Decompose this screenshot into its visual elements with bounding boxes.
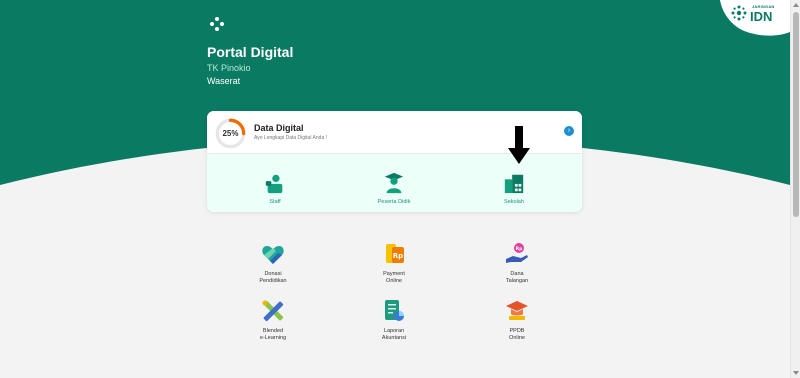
coin-hand-icon: Rp: [506, 243, 528, 263]
peserta-didik-button[interactable]: Peserta Didik: [349, 171, 439, 205]
sekolah-button[interactable]: Sekolah: [469, 171, 559, 205]
sekolah-label: Sekolah: [504, 199, 524, 205]
scroll-down-icon[interactable]: [793, 371, 799, 375]
blended-e-learning-label: Blended e-Learning: [259, 328, 287, 341]
laporan-akuntansi-button[interactable]: Laporan Akuntansi: [349, 299, 439, 342]
graduate-icon: [384, 172, 404, 194]
peserta-didik-label: Peserta Didik: [377, 199, 411, 205]
brand-big-text: IDN: [750, 9, 773, 24]
page-title: Portal Digital: [207, 44, 294, 60]
dana-talangan-label: Dana Talangan: [505, 271, 529, 284]
donasi-pendidikan-label: Donasi Pendidikan: [259, 271, 287, 284]
payment-online-button[interactable]: Rp Payment Online: [349, 242, 439, 285]
pencil-ruler-icon: [262, 300, 284, 322]
blended-e-learning-button[interactable]: Blended e-Learning: [228, 299, 318, 342]
ppdb-online-label: PPDB Online: [509, 328, 525, 341]
progress-percentage: 25%: [222, 129, 239, 138]
heart-hands-icon: [262, 246, 284, 264]
building-icon: [504, 174, 524, 194]
ppdb-online-button[interactable]: PPDB Online: [472, 299, 562, 342]
scroll-up-icon[interactable]: [793, 3, 799, 7]
vertical-scrollbar[interactable]: [790, 0, 800, 378]
svg-text:Rp: Rp: [393, 252, 403, 260]
laporan-akuntansi-label: Laporan Akuntansi: [381, 328, 407, 341]
logo-mark-icon: [731, 5, 747, 21]
data-digital-subtitle: Ayo Lengkapi Data Digital Anda !: [254, 135, 328, 141]
chevron-right-icon[interactable]: ›: [564, 126, 574, 136]
scroll-thumb[interactable]: [793, 12, 799, 217]
payment-online-label: Payment Online: [383, 271, 405, 284]
donasi-pendidikan-button[interactable]: Donasi Pendidikan: [228, 242, 318, 285]
rupiah-icon: Rp: [386, 244, 404, 263]
grad-cap-icon: [506, 301, 528, 320]
staff-label: Staff: [269, 199, 281, 205]
data-digital-title: Data Digital: [254, 123, 304, 133]
school-city: Waserat: [207, 76, 241, 86]
staff-icon: [265, 174, 283, 194]
report-icon: [385, 300, 404, 321]
school-name: TK Pinokio: [207, 63, 251, 73]
dana-talangan-button[interactable]: Rp Dana Talangan: [472, 242, 562, 285]
staff-button[interactable]: Staff: [230, 171, 320, 205]
svg-text:Rp: Rp: [516, 246, 523, 252]
menu-dots-icon[interactable]: [210, 17, 224, 31]
arrow-down-icon: [508, 126, 530, 164]
